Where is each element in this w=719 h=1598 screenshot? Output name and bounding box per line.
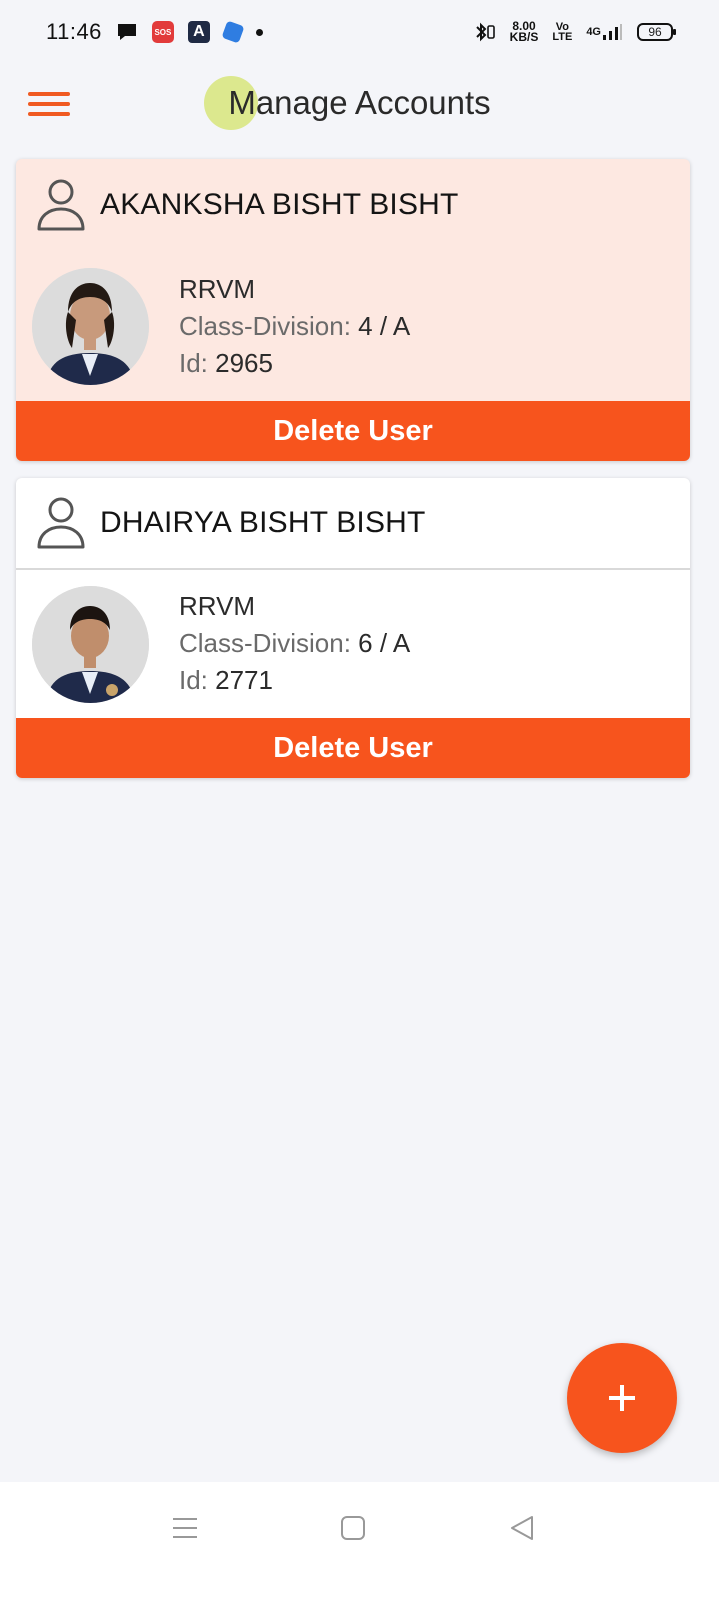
add-account-button[interactable]	[567, 1343, 677, 1453]
battery-icon: 96	[637, 23, 676, 41]
back-button[interactable]	[502, 1508, 542, 1548]
class-division-value: 4 / A	[358, 311, 411, 341]
id-value: 2771	[215, 665, 273, 695]
school-name: RRVM	[179, 591, 256, 621]
delete-user-button[interactable]: Delete User	[16, 401, 690, 461]
user-icon	[37, 179, 85, 231]
account-info: RRVM Class-Division: 6 / A Id: 2771	[179, 588, 410, 699]
class-division-label: Class-Division:	[179, 628, 359, 658]
account-name: DHAIRYA BISHT BISHT	[100, 506, 426, 539]
account-details: RRVM Class-Division: 6 / A Id: 2771	[16, 570, 690, 718]
page-title: Manage Accounts	[228, 84, 491, 121]
avatar	[32, 268, 149, 385]
square-icon	[341, 1516, 365, 1540]
id-label: Id:	[179, 665, 216, 695]
class-division-label: Class-Division:	[179, 311, 359, 341]
volte-indicator: Vo LTE	[552, 22, 573, 43]
avatar	[32, 586, 149, 703]
account-card[interactable]: DHAIRYA BISHT BISHT RRVM Class-Division:…	[16, 478, 690, 778]
app-header: Manage Accounts	[0, 70, 719, 140]
signal-icon: 4G	[586, 22, 623, 42]
student-id: Id: 2965	[179, 345, 410, 382]
bluetooth-icon	[472, 22, 496, 42]
id-label: Id:	[179, 348, 216, 378]
app-a-icon: A	[187, 21, 210, 43]
school-name: RRVM	[179, 274, 256, 304]
status-time: 11:46	[46, 19, 102, 44]
network-type: 4G	[586, 26, 601, 38]
account-details: RRVM Class-Division: 4 / A Id: 2965	[16, 251, 690, 401]
menu-lines-icon	[173, 1518, 197, 1538]
account-card-header: AKANKSHA BISHT BISHT	[16, 159, 690, 251]
delete-user-button[interactable]: Delete User	[16, 718, 690, 778]
account-card[interactable]: AKANKSHA BISHT BISHT RRVM Class-Division…	[16, 159, 690, 461]
chat-notification-icon	[116, 22, 138, 42]
user-icon	[37, 497, 85, 549]
account-card-header: DHAIRYA BISHT BISHT	[16, 478, 690, 570]
back-triangle-icon	[511, 1516, 533, 1540]
volte-bottom: LTE	[552, 31, 573, 43]
student-id: Id: 2771	[179, 662, 410, 699]
status-bar: 11:46 SOS A 8.00 KB/S Vo LTE 4G 96	[0, 0, 719, 64]
recent-apps-button[interactable]	[165, 1508, 205, 1548]
more-notifications-dot-icon	[255, 28, 263, 36]
network-speed: 8.00 KB/S	[509, 20, 539, 44]
class-division-value: 6 / A	[358, 628, 411, 658]
plus-icon	[609, 1385, 635, 1411]
system-nav-bar	[0, 1482, 719, 1598]
account-info: RRVM Class-Division: 4 / A Id: 2965	[179, 271, 410, 382]
speed-unit: KB/S	[509, 30, 539, 44]
sos-icon: SOS	[151, 21, 174, 43]
home-button[interactable]	[333, 1508, 373, 1548]
class-division: Class-Division: 6 / A	[179, 625, 410, 662]
account-name: AKANKSHA BISHT BISHT	[100, 188, 459, 221]
app-notification-icon	[221, 20, 245, 44]
class-division: Class-Division: 4 / A	[179, 308, 410, 345]
id-value: 2965	[215, 348, 273, 378]
